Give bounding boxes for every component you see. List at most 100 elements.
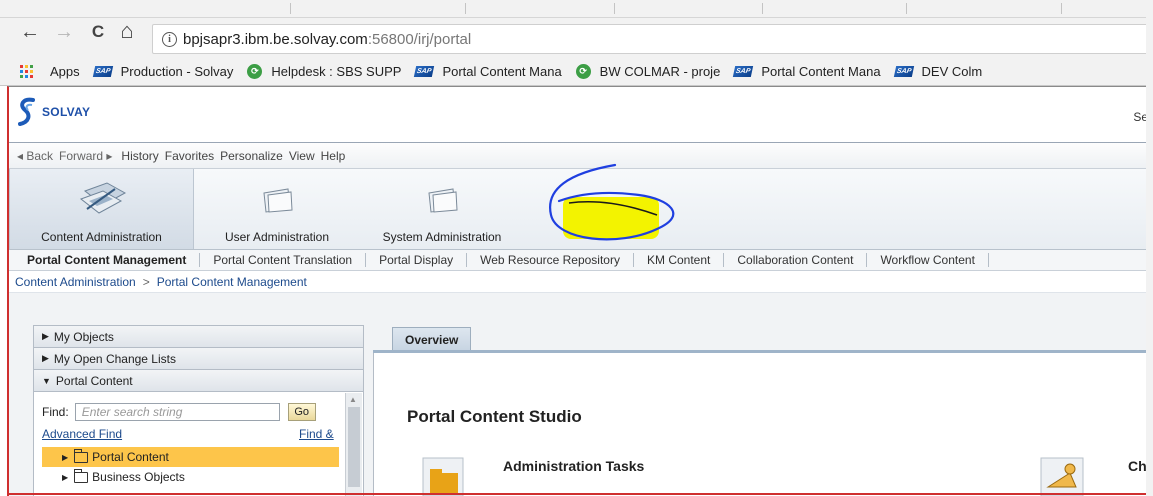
solvay-s-icon: [18, 97, 35, 126]
bookmark-portal-content-2[interactable]: SAP Portal Content Mana: [733, 64, 881, 79]
menu-history[interactable]: History: [121, 149, 158, 163]
url-host: bpjsapr3.ibm.be.solvay.com: [183, 30, 368, 48]
section-my-objects[interactable]: ▶ My Objects: [34, 326, 363, 348]
bookmark-production-solvay[interactable]: SAP Production - Solvay: [92, 64, 234, 79]
header-search-link[interactable]: Se: [1133, 110, 1146, 124]
launchpad-label: System Administration: [382, 230, 502, 244]
page-title: Portal Content Studio: [407, 407, 582, 426]
overview-pane: Portal Content Studio Administration Tas…: [373, 353, 1146, 496]
folder-icon: [74, 468, 89, 483]
sap-icon: SAP: [733, 66, 754, 77]
window-scrollbar[interactable]: [1146, 0, 1153, 496]
go-button[interactable]: Go: [287, 403, 316, 421]
launchpad-content-administration[interactable]: Content Administration: [9, 169, 194, 249]
back-link[interactable]: ◂ Back: [17, 149, 53, 163]
section-label: My Objects: [53, 329, 114, 344]
scrollbar-thumb[interactable]: [348, 407, 360, 487]
solvay-logo[interactable]: SOLVAY: [17, 97, 90, 127]
forward-arrow-icon[interactable]: →: [52, 20, 76, 44]
home-icon[interactable]: ⌂: [115, 18, 139, 43]
subnav-portal-content-management[interactable]: Portal Content Management: [9, 253, 201, 267]
tree-item-label: Business Objects: [92, 470, 185, 484]
logo-text: SOLVAY: [42, 105, 91, 119]
subnav-workflow-content[interactable]: Workflow Content: [867, 253, 989, 267]
content-admin-icon: [79, 182, 126, 214]
subnav-collaboration-content[interactable]: Collaboration Content: [724, 253, 868, 267]
menu-help[interactable]: Help: [321, 149, 346, 163]
tab-overview[interactable]: Overview: [392, 327, 472, 351]
sap-icon: SAP: [893, 66, 914, 77]
expand-triangle-icon: ▶: [42, 353, 49, 363]
section-my-open-change-lists[interactable]: ▶ My Open Change Lists: [34, 348, 363, 370]
subnav-web-resource-repository[interactable]: Web Resource Repository: [467, 253, 634, 267]
launchpad-system-administration[interactable]: System Administration: [367, 169, 517, 249]
administration-tasks-icon: [422, 457, 464, 496]
breadcrumb-content-administration[interactable]: Content Administration: [15, 275, 136, 289]
expand-triangle-icon: ▶: [42, 331, 49, 341]
section-label: My Open Change Lists: [53, 351, 176, 366]
bookmark-label: Helpdesk : SBS SUPP: [271, 64, 402, 79]
bookmark-label: Portal Content Mana: [761, 64, 881, 79]
site-info-icon[interactable]: i: [162, 31, 177, 47]
find-and-link[interactable]: Find &: [299, 427, 334, 441]
folder-icon: [428, 188, 458, 213]
tree-item-business-objects[interactable]: ▶ Business Objects: [42, 467, 339, 487]
launchpad-user-administration[interactable]: User Administration: [207, 169, 347, 249]
tree-item-portal-content[interactable]: ▶ Portal Content: [42, 447, 339, 467]
portal-content-navigation-panel: ▶ My Objects ▶ My Open Change Lists ▼ Po…: [33, 325, 364, 496]
green-circle-icon: ⟳: [247, 64, 263, 79]
subnav-portal-display[interactable]: Portal Display: [366, 253, 468, 267]
breadcrumb-separator: >: [142, 274, 150, 289]
subnav-km-content[interactable]: KM Content: [634, 253, 725, 267]
browser-tab-strip: [0, 0, 1153, 18]
launchpad-label: Content Administration: [41, 230, 162, 244]
bookmark-dev-colmar[interactable]: SAP DEV Colm: [893, 64, 982, 79]
collapse-triangle-icon: ▼: [42, 375, 51, 386]
find-search-input[interactable]: [74, 403, 280, 421]
menu-view[interactable]: View: [289, 149, 315, 163]
tab-separator: [290, 3, 291, 14]
folder-icon: [263, 188, 293, 213]
frame-border-bottom: [7, 493, 1146, 495]
breadcrumb-portal-content-management[interactable]: Portal Content Management: [157, 275, 307, 289]
apps-grid-icon: [20, 65, 33, 78]
bookmark-helpdesk[interactable]: ⟳ Helpdesk : SBS SUPP: [247, 64, 401, 79]
breadcrumb: Content Administration > Portal Content …: [9, 271, 1146, 293]
tab-separator: [1061, 3, 1062, 14]
bookmark-label: Portal Content Mana: [442, 64, 562, 79]
tab-separator: [614, 3, 615, 14]
find-row: Find: Go: [42, 403, 316, 421]
forward-link[interactable]: Forward ▸: [59, 149, 112, 163]
sap-icon: SAP: [414, 66, 435, 77]
second-section-heading: Ch: [1128, 458, 1146, 474]
bookmarks-bar: Apps SAP Production - Solvay ⟳ Helpdesk …: [0, 58, 1153, 86]
reload-icon[interactable]: C: [86, 20, 110, 44]
tree-scrollbar[interactable]: ▲: [345, 393, 362, 496]
launchpad-label: User Administration: [224, 230, 330, 244]
portal-frame: SOLVAY Se ◂ Back Forward ▸ History Favor…: [7, 86, 1146, 496]
advanced-find-link[interactable]: Advanced Find: [42, 427, 122, 441]
section-label: Portal Content: [55, 373, 133, 388]
scroll-up-icon[interactable]: ▲: [349, 395, 357, 404]
menu-favorites[interactable]: Favorites: [165, 149, 214, 163]
administration-tasks-heading: Administration Tasks: [503, 458, 645, 474]
change-management-icon: [1040, 457, 1084, 496]
tree-expand-icon: ▶: [62, 472, 69, 482]
bookmark-apps[interactable]: Apps: [0, 64, 80, 79]
portal-content-subnav: Portal Content Management Portal Content…: [9, 249, 1146, 271]
bookmark-label: Production - Solvay: [120, 64, 234, 79]
back-arrow-icon[interactable]: ←: [18, 20, 42, 44]
section-portal-content[interactable]: ▼ Portal Content: [34, 370, 363, 392]
address-bar[interactable]: i bpjsapr3.ibm.be.solvay.com:56800/irj/p…: [152, 24, 1153, 54]
menu-personalize[interactable]: Personalize: [220, 149, 283, 163]
bookmark-label: Apps: [50, 64, 80, 79]
subnav-portal-content-translation[interactable]: Portal Content Translation: [200, 253, 367, 267]
tab-separator: [465, 3, 466, 14]
annotation-scribble: [549, 163, 675, 241]
portal-header: SOLVAY Se: [9, 87, 1146, 143]
bookmark-bw-colmar[interactable]: ⟳ BW COLMAR - proje: [575, 64, 720, 79]
tab-separator: [906, 3, 907, 14]
bookmark-portal-content-1[interactable]: SAP Portal Content Mana: [414, 64, 562, 79]
sap-icon: SAP: [92, 66, 113, 77]
tree-expand-icon: ▶: [62, 452, 69, 462]
